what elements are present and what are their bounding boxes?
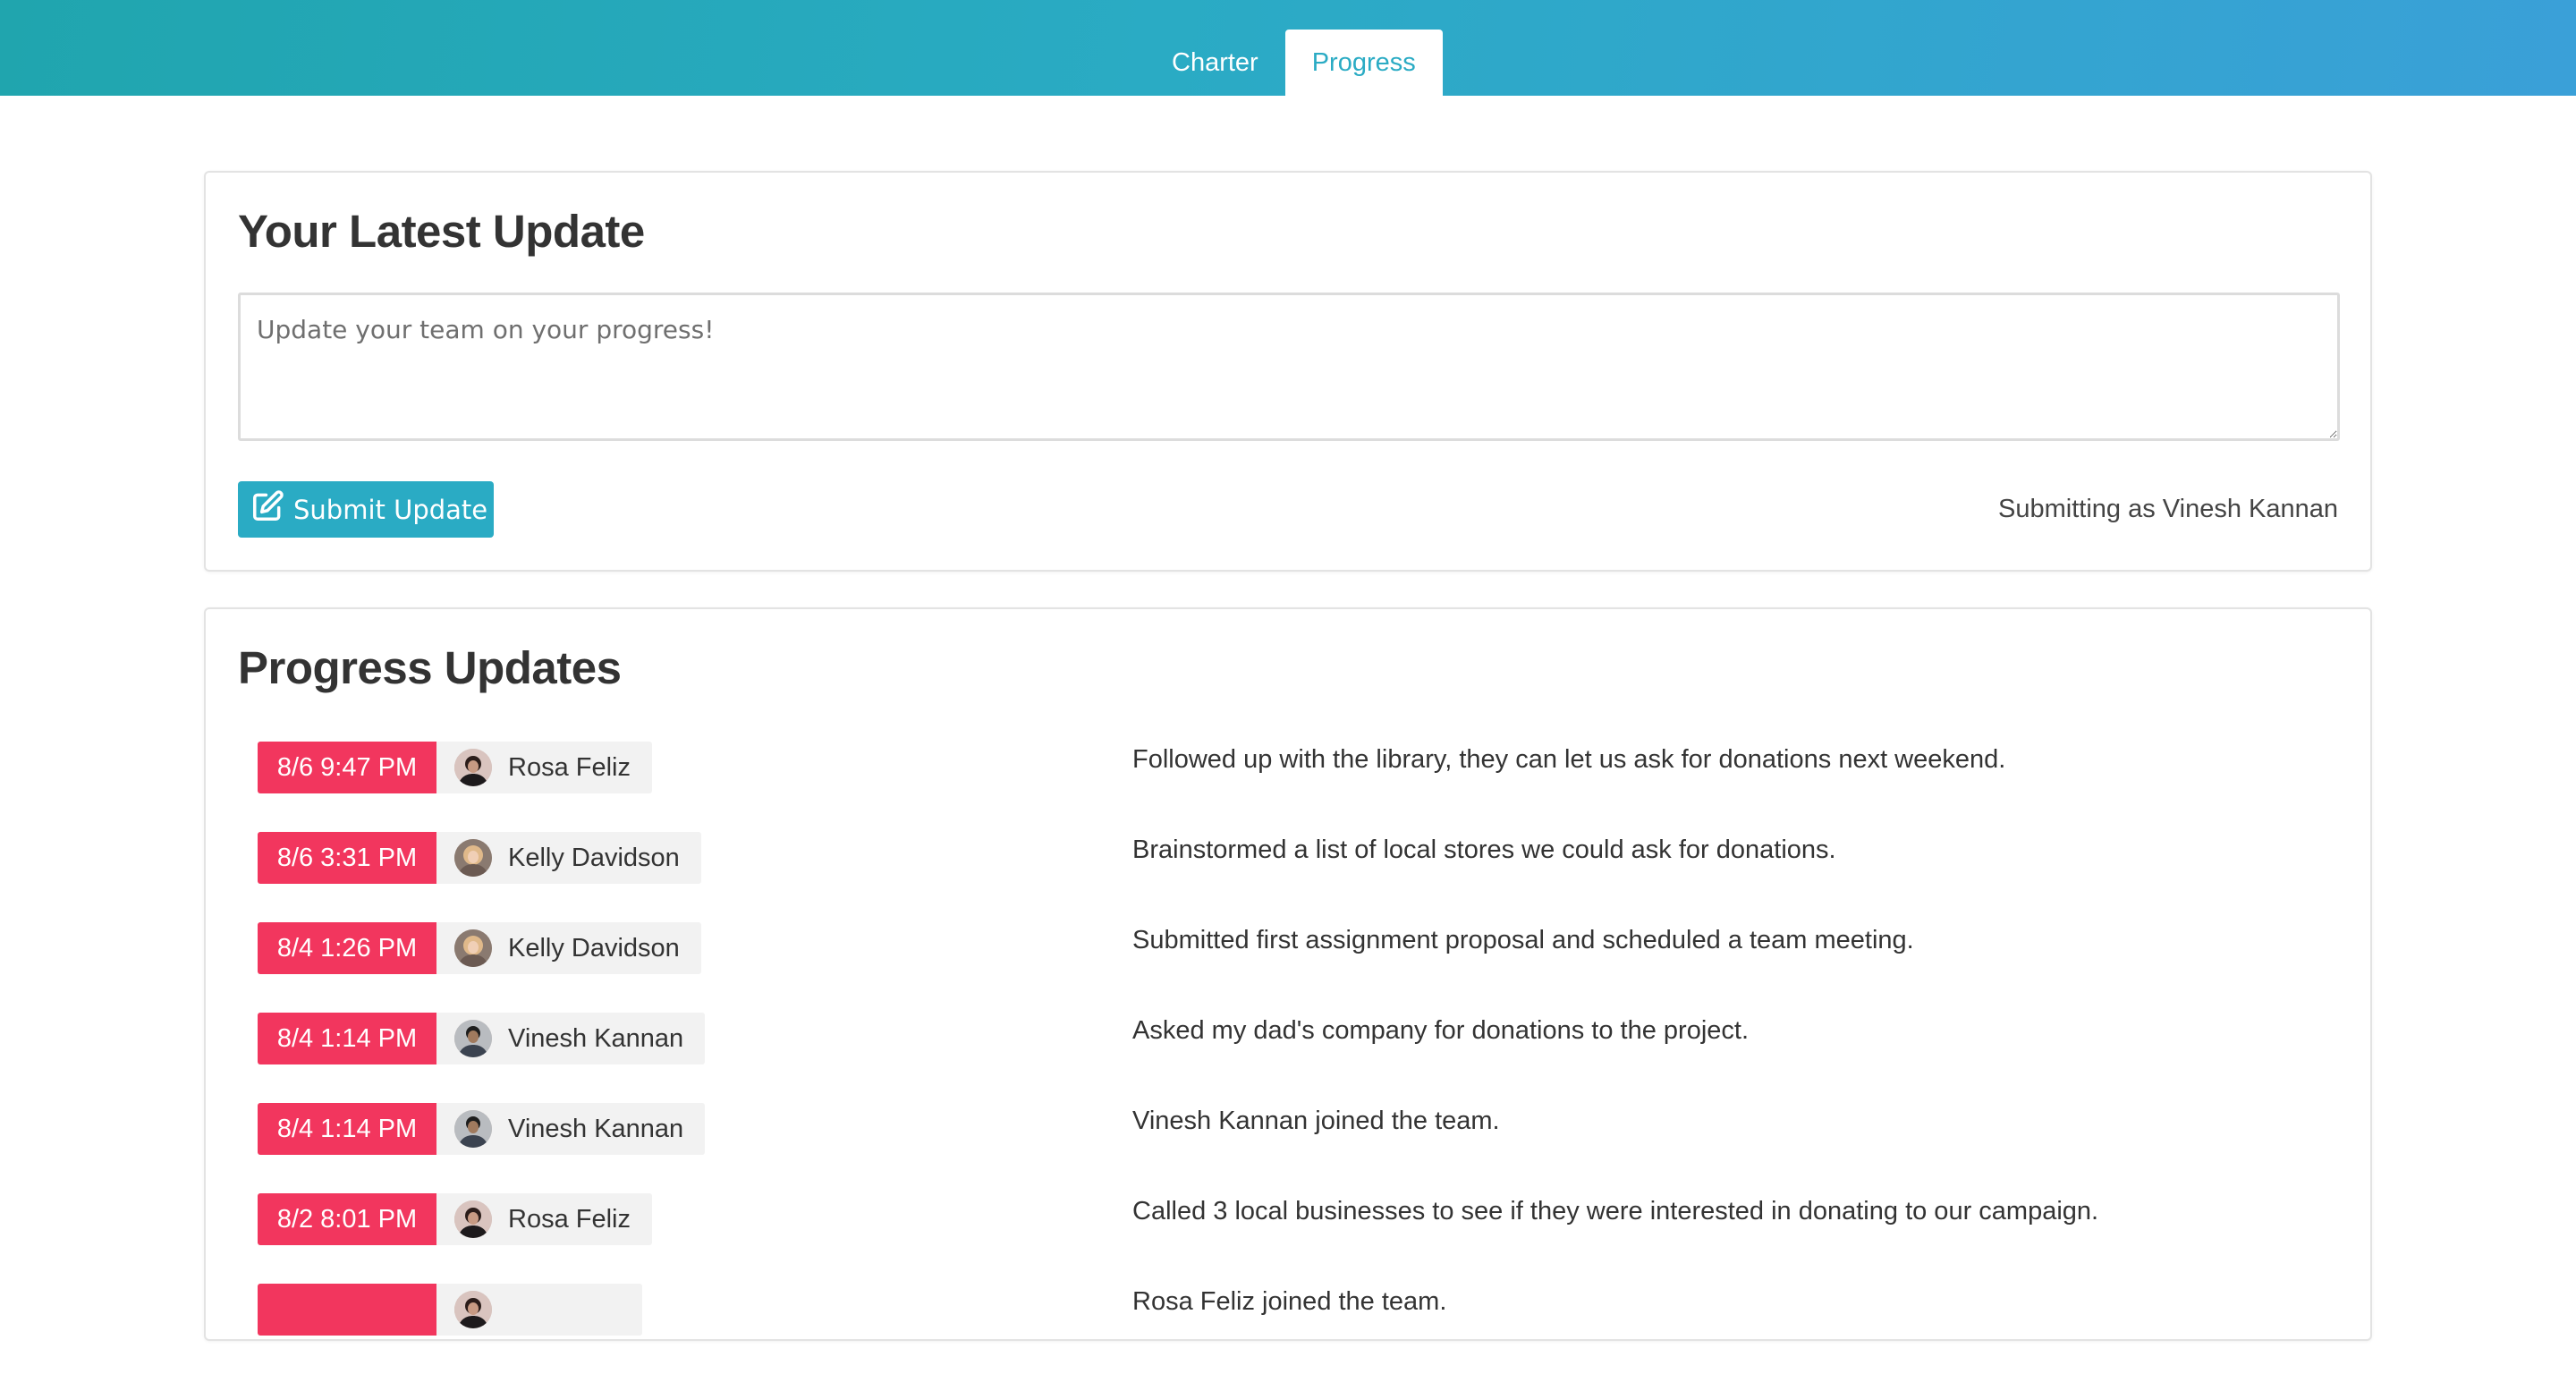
submitting-as-text: Submitting as Vinesh Kannan (1998, 495, 2338, 523)
author-name: Rosa Feliz (508, 1204, 631, 1234)
list-item: 8/4 1:14 PM Vinesh Kannan Vinesh Kannan … (258, 1103, 2351, 1193)
author-chip[interactable]: Kelly Davidson (436, 922, 701, 974)
avatar (454, 839, 492, 877)
top-header: Charter Progress (0, 0, 2576, 96)
update-text: Brainstormed a list of local stores we c… (1132, 835, 1836, 864)
author-name: Kelly Davidson (508, 843, 680, 872)
time-badge: 8/4 1:14 PM (258, 1103, 436, 1155)
progress-updates-card: Progress Updates 8/6 9:47 PM Rosa Feliz … (204, 607, 2372, 1341)
author-chip[interactable]: Kelly Davidson (436, 832, 701, 884)
edit-icon (250, 489, 284, 530)
avatar (454, 1291, 492, 1328)
latest-update-card: Your Latest Update Submit Update Submitt… (204, 171, 2372, 572)
author-chip[interactable]: Rosa Feliz (436, 742, 652, 793)
update-text: Followed up with the library, they can l… (1132, 745, 2006, 774)
update-text: Rosa Feliz joined the team. (1132, 1287, 1447, 1316)
author-name: Rosa Feliz (508, 752, 631, 782)
time-badge: 8/4 1:26 PM (258, 922, 436, 974)
update-text: Asked my dad's company for donations to … (1132, 1016, 1750, 1045)
update-text: Submitted first assignment proposal and … (1132, 926, 1914, 954)
author-chip[interactable]: Rosa Feliz (436, 1193, 652, 1245)
avatar (454, 749, 492, 786)
author-name: Kelly Davidson (508, 933, 680, 963)
time-badge: 8/6 9:47 PM (258, 742, 436, 793)
time-badge: 8/4 1:14 PM (258, 1013, 436, 1064)
progress-updates-title: Progress Updates (238, 642, 622, 693)
list-item: 8/6 9:47 PM Rosa Feliz Followed up with … (258, 742, 2351, 832)
update-text: Called 3 local businesses to see if they… (1132, 1197, 2099, 1226)
avatar (454, 1020, 492, 1057)
author-chip[interactable]: Vinesh Kannan (436, 1103, 706, 1155)
tab-bar: Charter Progress (1145, 30, 1443, 96)
list-item: 8/4 1:14 PM Vinesh Kannan Asked my dad's… (258, 1013, 2351, 1103)
author-name: Vinesh Kannan (508, 1023, 684, 1053)
author-chip[interactable] (436, 1284, 642, 1336)
list-item: 8/2 8:01 PM Rosa Feliz Called 3 local bu… (258, 1193, 2351, 1284)
update-textarea[interactable] (238, 293, 2340, 441)
tab-charter[interactable]: Charter (1145, 30, 1285, 96)
update-text: Vinesh Kannan joined the team. (1132, 1107, 1500, 1135)
avatar (454, 1110, 492, 1148)
list-item: 8/4 1:26 PM Kelly Davidson Submitted fir… (258, 922, 2351, 1013)
submit-update-button[interactable]: Submit Update (238, 481, 494, 538)
time-badge: 8/2 8:01 PM (258, 1193, 436, 1245)
author-name: Vinesh Kannan (508, 1114, 684, 1143)
updates-list: 8/6 9:47 PM Rosa Feliz Followed up with … (258, 742, 2351, 1374)
author-chip[interactable]: Vinesh Kannan (436, 1013, 706, 1064)
list-item: 8/6 3:31 PM Kelly Davidson Brainstormed … (258, 832, 2351, 922)
time-badge: 8/6 3:31 PM (258, 832, 436, 884)
avatar (454, 929, 492, 967)
submit-update-label: Submit Update (293, 494, 488, 525)
tab-progress[interactable]: Progress (1284, 30, 1443, 96)
time-badge (258, 1284, 436, 1336)
latest-update-title: Your Latest Update (238, 206, 645, 257)
avatar (454, 1200, 492, 1238)
list-item: Rosa Feliz joined the team. (258, 1284, 2351, 1374)
